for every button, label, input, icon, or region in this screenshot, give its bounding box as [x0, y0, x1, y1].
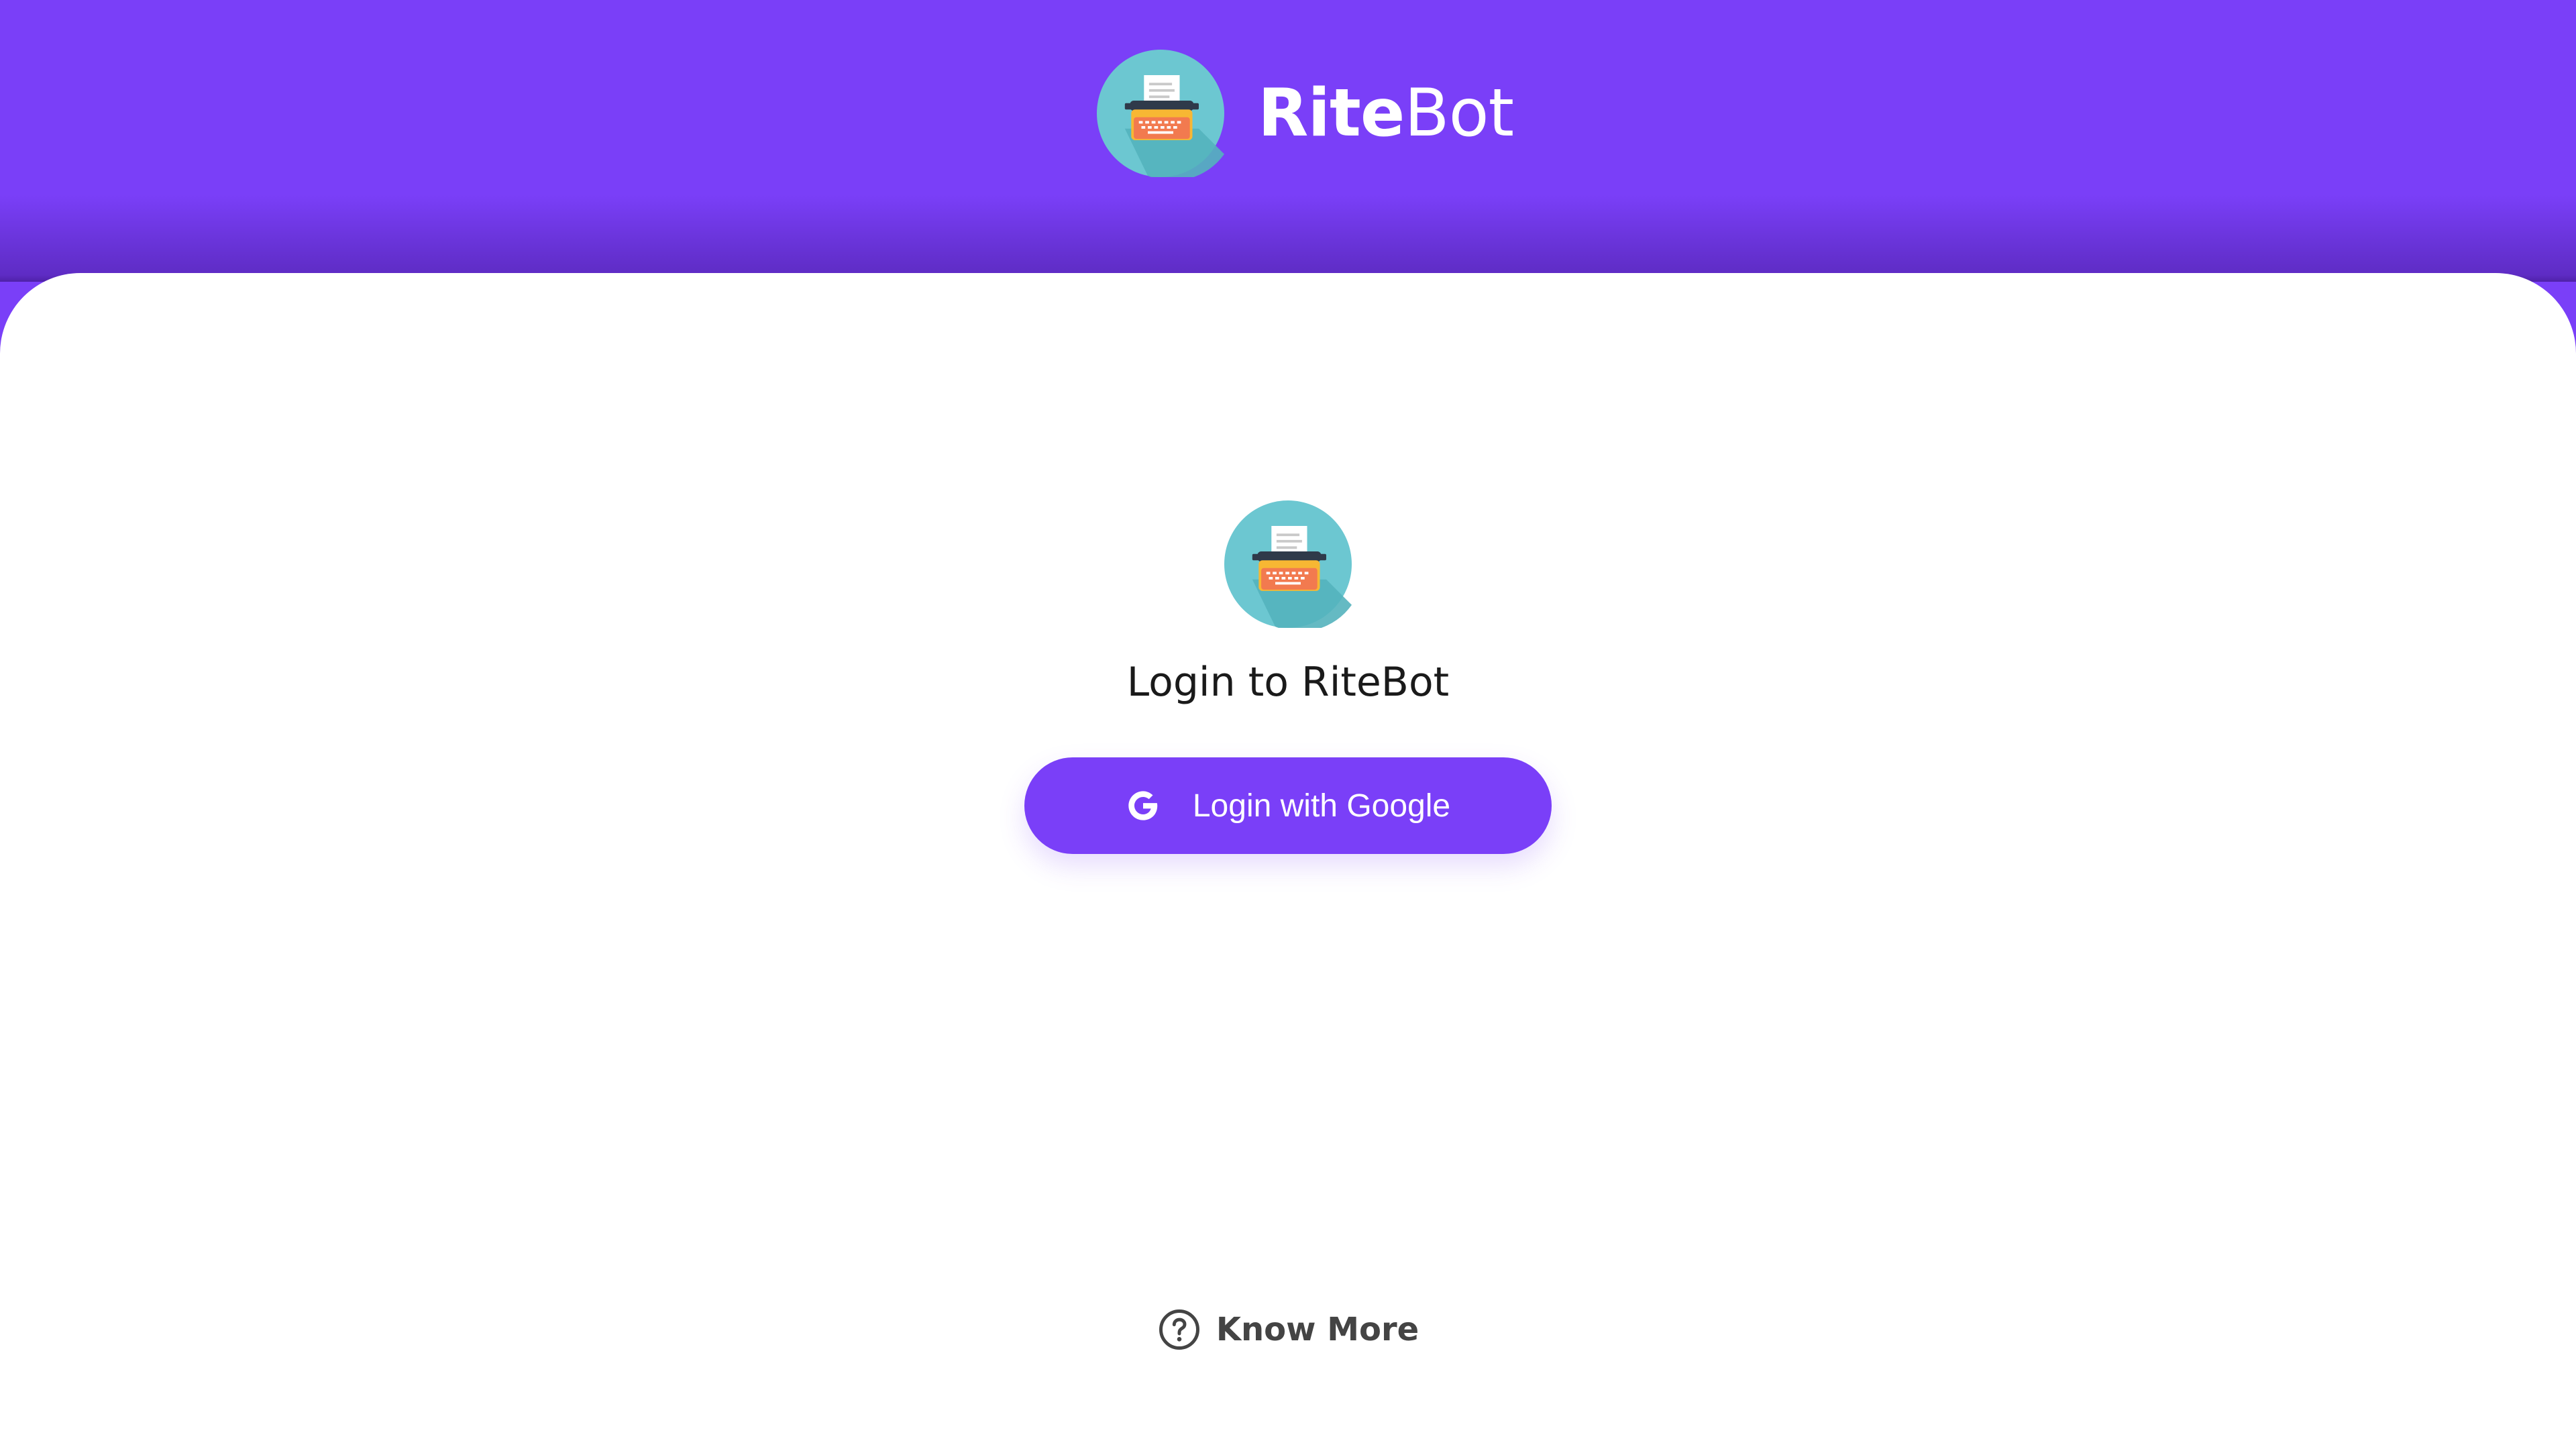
- top-header: RiteBot: [0, 0, 2576, 282]
- question-circle-icon: [1159, 1309, 1199, 1350]
- typewriter-icon: [1224, 500, 1352, 628]
- login-with-google-label: Login with Google: [1192, 788, 1451, 824]
- brand-name: RiteBot: [1258, 80, 1514, 146]
- login-card: Login to RiteBot Login with Google Know …: [0, 273, 2576, 1449]
- typewriter-icon: [1097, 50, 1224, 177]
- google-g-icon: [1128, 791, 1158, 820]
- know-more-label: Know More: [1216, 1311, 1419, 1348]
- brand-name-strong: Rite: [1258, 75, 1405, 152]
- brand[interactable]: RiteBot: [1097, 50, 1514, 177]
- know-more-link[interactable]: Know More: [0, 1303, 2576, 1356]
- login-title: Login to RiteBot: [1126, 659, 1450, 706]
- login-with-google-button[interactable]: Login with Google: [1024, 757, 1552, 854]
- brand-name-light: Bot: [1404, 75, 1514, 152]
